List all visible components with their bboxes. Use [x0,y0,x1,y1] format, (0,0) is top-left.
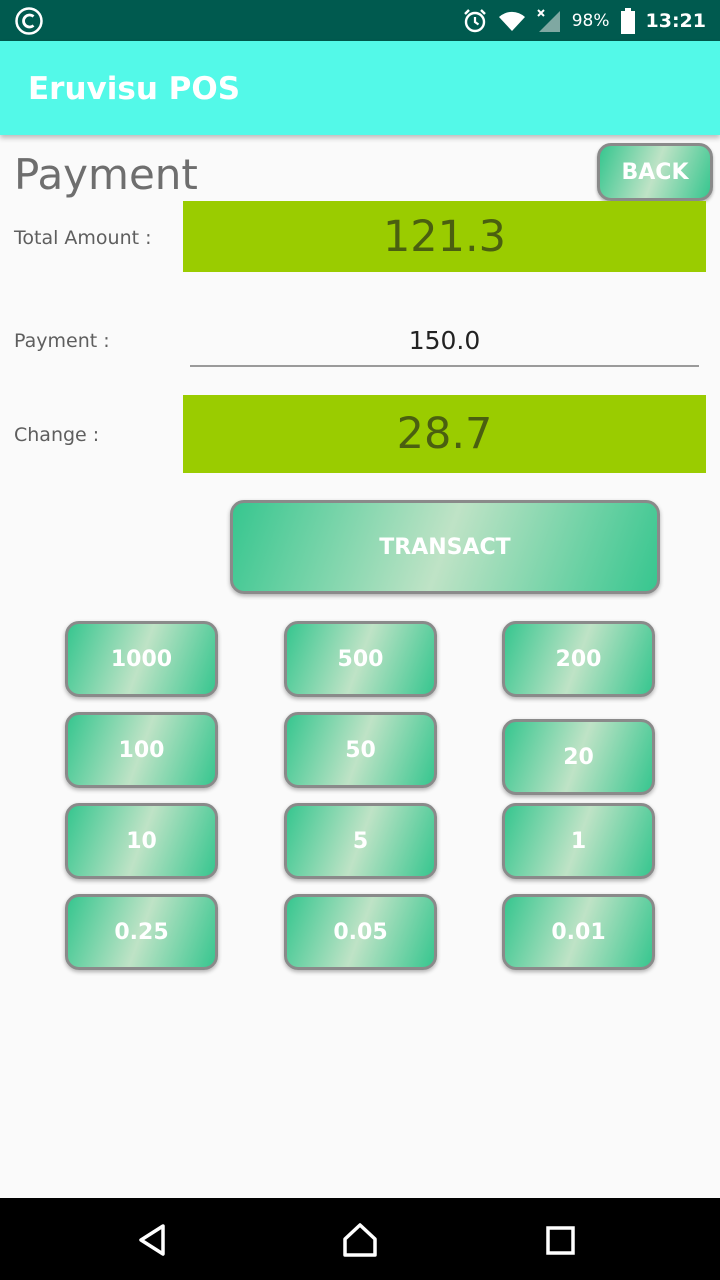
recents-nav-icon[interactable] [540,1220,580,1260]
transact-button[interactable]: TRANSACT [230,500,660,594]
denomination-button-0-01[interactable]: 0.01 [502,894,655,970]
denomination-button-500[interactable]: 500 [284,621,437,697]
back-nav-icon[interactable] [133,1220,173,1260]
clock: 13:21 [645,9,706,32]
denomination-button-1000[interactable]: 1000 [65,621,218,697]
denomination-button-50[interactable]: 50 [284,712,437,788]
navigation-bar [0,1198,720,1280]
battery-icon [620,7,635,34]
battery-percent: 98% [571,10,610,31]
denomination-button-10[interactable]: 10 [65,803,218,879]
app-title: Eruvisu POS [28,71,241,107]
payment-label: Payment : [14,330,110,352]
denomination-button-20[interactable]: 20 [502,719,655,795]
denomination-button-200[interactable]: 200 [502,621,655,697]
signal-icon [537,8,560,32]
payment-input[interactable]: 150.0 [190,315,699,367]
page-title: Payment [14,150,198,199]
change-label: Change : [14,424,100,446]
denomination-button-0-05[interactable]: 0.05 [284,894,437,970]
home-nav-icon[interactable] [340,1220,380,1260]
app-bar: Eruvisu POS [0,41,720,135]
denomination-button-100[interactable]: 100 [65,712,218,788]
denomination-button-1[interactable]: 1 [502,803,655,879]
c-circle-icon [15,7,43,35]
total-amount-label: Total Amount : [14,227,152,249]
alarm-icon [463,8,486,32]
wifi-icon [498,11,525,31]
status-bar: 98% 13:21 [0,0,720,41]
total-amount-value: 121.3 [183,201,706,272]
back-button[interactable]: BACK [597,143,713,201]
denomination-button-0-25[interactable]: 0.25 [65,894,218,970]
denomination-button-5[interactable]: 5 [284,803,437,879]
change-value: 28.7 [183,395,706,473]
